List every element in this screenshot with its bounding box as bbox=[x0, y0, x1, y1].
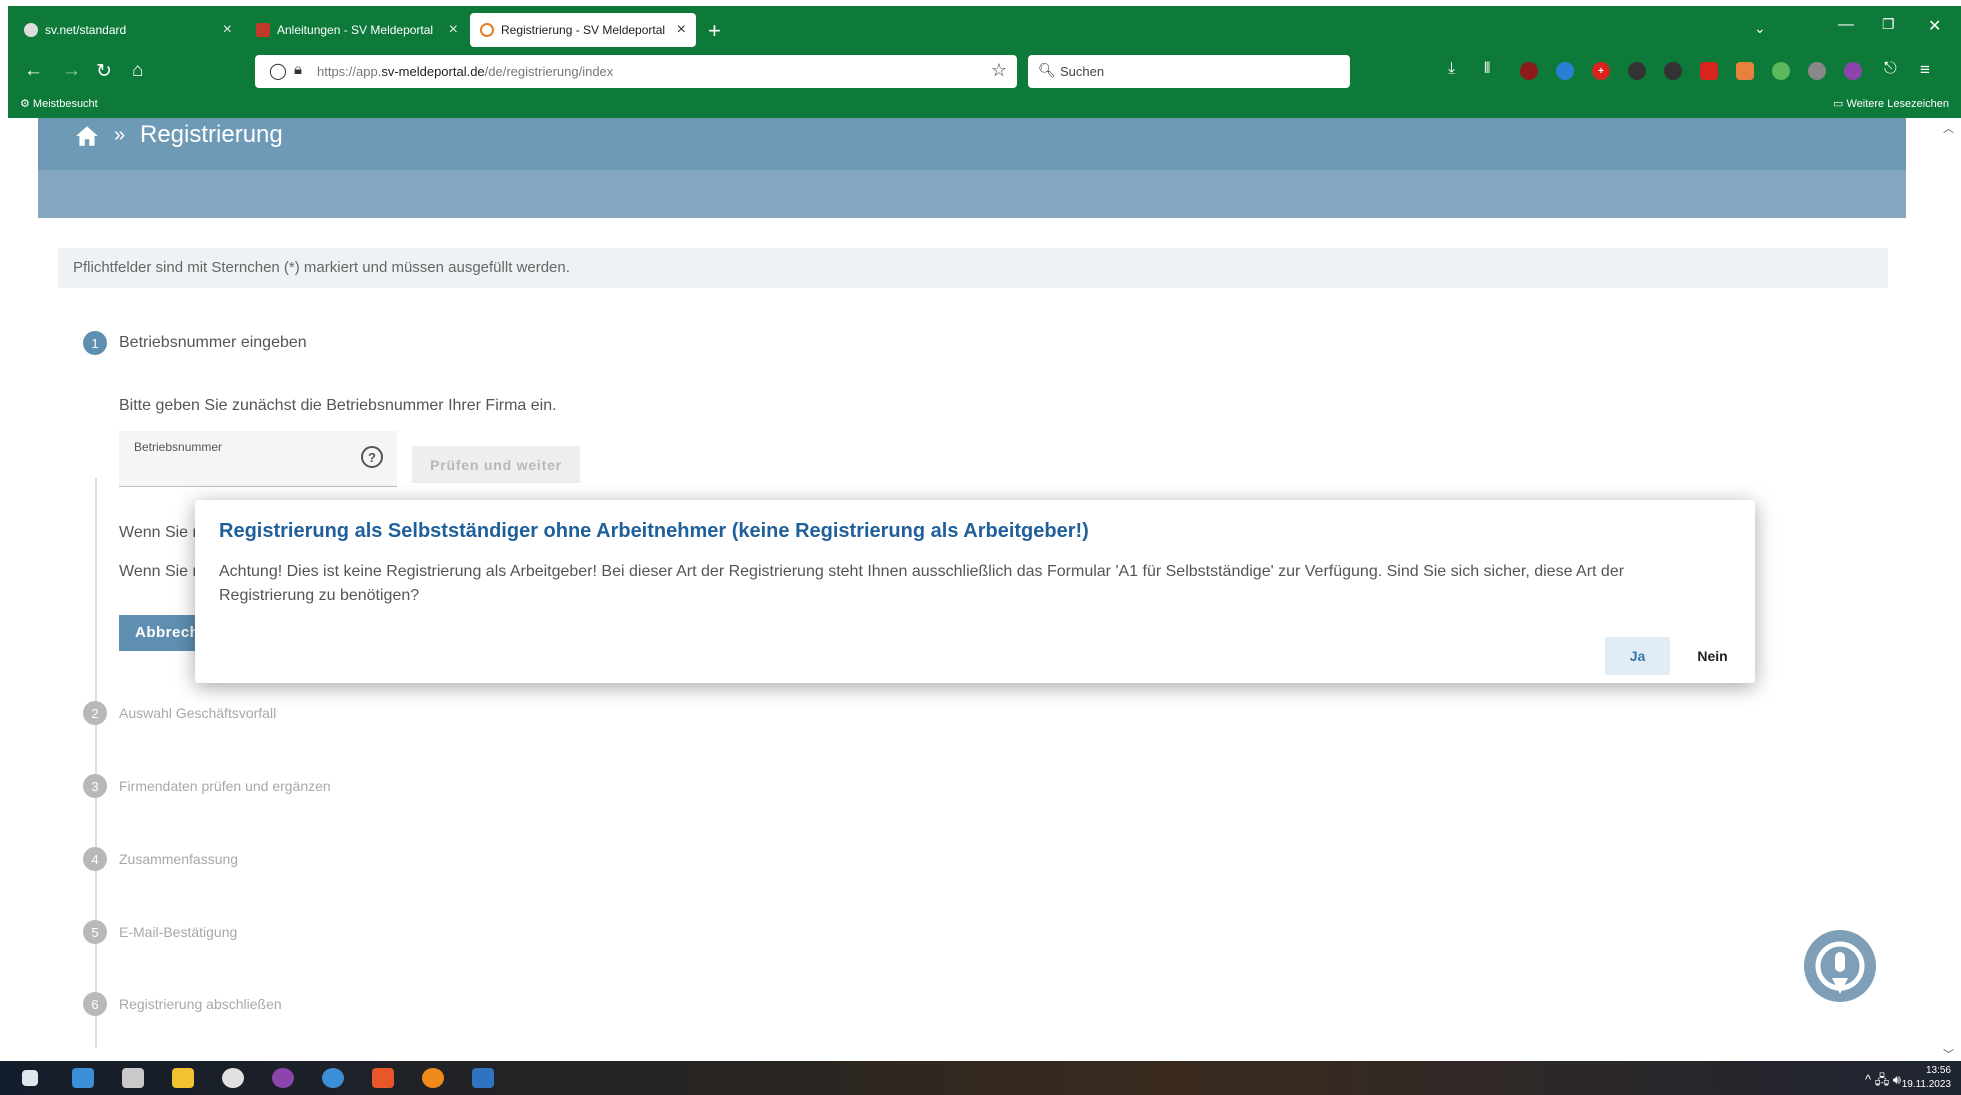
window-close-icon[interactable]: ✕ bbox=[1928, 16, 1941, 36]
clock[interactable]: 13:56 19.11.2023 bbox=[1902, 1064, 1951, 1092]
no-button[interactable]: Nein bbox=[1680, 637, 1745, 675]
extension-icon[interactable]: + bbox=[1592, 62, 1610, 80]
app-icon[interactable] bbox=[72, 1068, 94, 1088]
extension-icon[interactable] bbox=[1808, 62, 1826, 80]
forward-icon[interactable]: → bbox=[62, 60, 81, 82]
extension-icon[interactable] bbox=[1772, 62, 1790, 80]
sv-logo-icon bbox=[256, 23, 270, 37]
dialog-text: Achtung! Dies ist keine Registrierung al… bbox=[219, 563, 1625, 604]
close-icon[interactable]: × bbox=[223, 21, 232, 39]
bookmark-bar: ⚙ Meistbesucht ▭ Weitere Lesezeichen bbox=[8, 92, 1961, 118]
tab-registrierung[interactable]: Registrierung - SV Meldeportal × bbox=[470, 13, 696, 47]
brave-icon[interactable] bbox=[372, 1068, 394, 1088]
restore-icon[interactable]: ❐ bbox=[1882, 16, 1895, 33]
bookmark-other[interactable]: ▭ Weitere Lesezeichen bbox=[1833, 97, 1949, 110]
app-icon[interactable] bbox=[272, 1068, 294, 1088]
bookmark-most-visited[interactable]: ⚙ Meistbesucht bbox=[20, 97, 98, 110]
scroll-up-icon[interactable]: ︿ bbox=[1943, 120, 1954, 136]
lock-icon[interactable]: 🔒︎ bbox=[294, 61, 302, 78]
page-content: » Registrierung Pflichtfelder sind mit S… bbox=[8, 118, 1953, 1061]
firefox-icon[interactable] bbox=[422, 1068, 444, 1088]
windows-taskbar: ^ 🖧 🔊︎ 13:56 19.11.2023 bbox=[0, 1061, 1961, 1095]
new-tab-icon[interactable]: + bbox=[708, 18, 721, 44]
tab-title: sv.net/standard bbox=[45, 23, 127, 37]
extension-icon[interactable] bbox=[1736, 62, 1754, 80]
shield-icon[interactable]: ◯ bbox=[269, 61, 287, 81]
app-icon[interactable] bbox=[222, 1068, 244, 1088]
search-placeholder: Suchen bbox=[1060, 64, 1105, 79]
app-icon[interactable] bbox=[122, 1068, 144, 1088]
extension-icon[interactable] bbox=[1844, 62, 1862, 80]
tab-anleitungen[interactable]: Anleitungen - SV Meldeportal × bbox=[246, 13, 468, 47]
file-explorer-icon[interactable] bbox=[172, 1068, 194, 1088]
scroll-down-icon[interactable]: ﹀ bbox=[1943, 1046, 1954, 1062]
extension-icon[interactable] bbox=[1664, 62, 1682, 80]
back-icon[interactable]: ← bbox=[24, 60, 43, 82]
share-icon[interactable]: ⎋ bbox=[1884, 60, 1897, 78]
extension-icon[interactable] bbox=[1556, 62, 1574, 80]
yes-button[interactable]: Ja bbox=[1605, 637, 1670, 675]
close-icon[interactable]: × bbox=[449, 21, 458, 39]
tab-title: Registrierung - SV Meldeportal bbox=[501, 23, 666, 37]
tab-sv-net[interactable]: sv.net/standard × bbox=[14, 13, 242, 47]
windows-start-icon[interactable] bbox=[22, 1070, 38, 1086]
search-input[interactable]: 🔍︎ Suchen bbox=[1028, 55, 1350, 88]
home-icon[interactable]: ⌂ bbox=[132, 60, 143, 82]
url-text[interactable]: https://app.sv-meldeportal.de/de/registr… bbox=[317, 64, 613, 79]
ublock-icon[interactable] bbox=[1520, 62, 1538, 80]
url-bar[interactable]: ◯ 🔒︎ https://app.sv-meldeportal.de/de/re… bbox=[255, 55, 1017, 88]
globe-icon bbox=[24, 23, 38, 37]
system-tray[interactable]: ^ 🖧 🔊︎ bbox=[1865, 1071, 1901, 1093]
extension-icon[interactable] bbox=[1700, 62, 1718, 80]
minimize-icon[interactable]: — bbox=[1838, 16, 1854, 34]
tab-title: Anleitungen - SV Meldeportal bbox=[277, 23, 434, 37]
dialog-title: Registrierung als Selbstständiger ohne A… bbox=[219, 520, 1089, 542]
download-icon[interactable]: ⤓ bbox=[1448, 60, 1455, 78]
app-icon[interactable] bbox=[322, 1068, 344, 1088]
confirmation-dialog: Registrierung als Selbstständiger ohne A… bbox=[195, 500, 1755, 683]
extension-icon[interactable] bbox=[1628, 62, 1646, 80]
browser-tab-bar: sv.net/standard × Anleitungen - SV Melde… bbox=[8, 6, 1961, 52]
sv-meldeportal-icon bbox=[480, 23, 494, 37]
close-icon[interactable]: × bbox=[677, 21, 686, 39]
menu-icon[interactable]: ≡ bbox=[1920, 60, 1930, 80]
reload-icon[interactable]: ↻ bbox=[96, 60, 112, 83]
browser-toolbar: ← → ↻ ⌂ ◯ 🔒︎ https://app.sv-meldeportal.… bbox=[8, 52, 1961, 92]
search-icon: 🔍︎ bbox=[1038, 62, 1056, 78]
bookmark-star-icon[interactable]: ☆ bbox=[991, 60, 1007, 81]
library-icon[interactable]: ⫴ bbox=[1484, 60, 1490, 77]
app-icon[interactable] bbox=[472, 1068, 494, 1088]
chevron-down-icon[interactable]: ⌄ bbox=[1754, 20, 1766, 37]
